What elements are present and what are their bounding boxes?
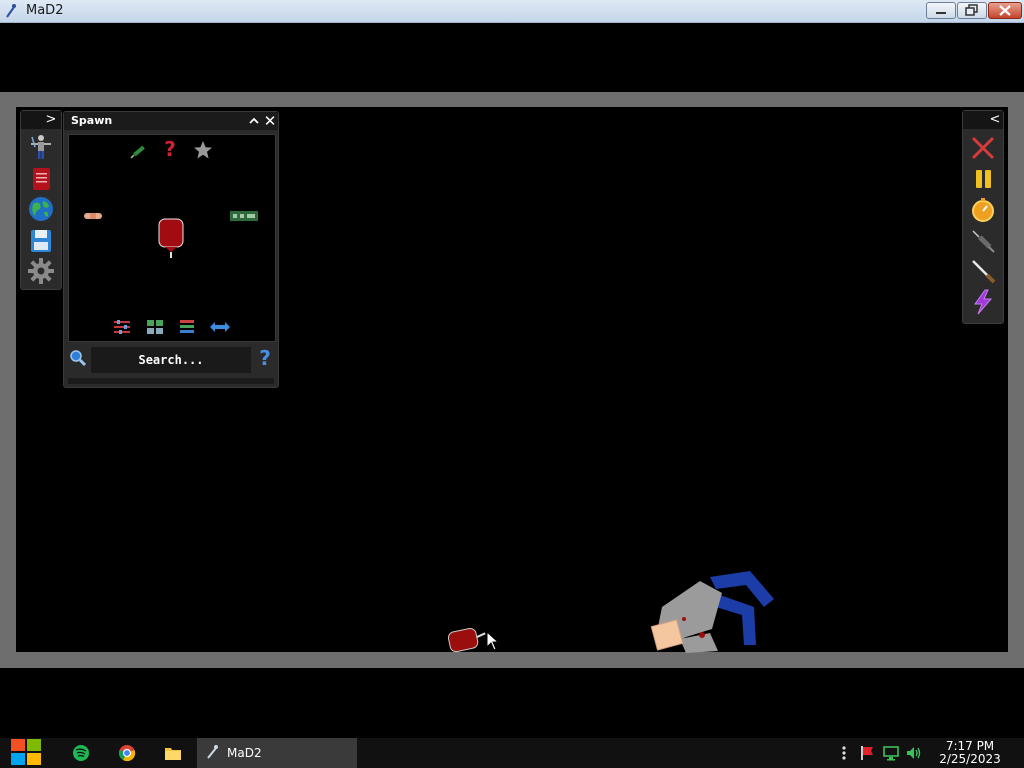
close-panel-button[interactable]: ✕: [262, 112, 278, 130]
volume-icon[interactable]: [906, 745, 922, 761]
mouse-cursor-icon: [486, 631, 500, 651]
expand-toolbar-button[interactable]: >: [43, 111, 59, 129]
circuit-board-icon[interactable]: [229, 209, 259, 223]
flag-icon[interactable]: [859, 745, 875, 761]
taskbar-app-mad2[interactable]: MaD2: [197, 738, 357, 768]
clear-x-icon[interactable]: [969, 134, 997, 162]
settings-gear-icon[interactable]: [27, 257, 55, 285]
syringe-figure-icon: [207, 745, 218, 759]
clock-date[interactable]: 2/25/2023: [938, 753, 1002, 766]
chevron-up-icon: [249, 117, 259, 124]
globe-icon[interactable]: [27, 195, 55, 223]
right-toolbar-header: <: [963, 111, 1003, 129]
syringe-figure-icon: [6, 4, 16, 18]
syringe-tool-icon[interactable]: [969, 227, 997, 255]
spawn-panel-header[interactable]: Spawn ✕: [64, 112, 278, 130]
minimize-button[interactable]: [926, 2, 956, 19]
minimize-icon: [936, 12, 946, 14]
red-book-icon[interactable]: [27, 165, 55, 193]
help-icon[interactable]: ?: [256, 346, 274, 370]
spawn-panel-title: Spawn: [71, 114, 113, 127]
ragdoll-human-entity[interactable]: [640, 567, 780, 655]
windows-logo-icon[interactable]: [8, 736, 44, 768]
collapse-panel-button[interactable]: [246, 113, 262, 129]
window-title: MaD2: [26, 3, 64, 18]
star-icon[interactable]: [193, 140, 213, 160]
left-toolbar: >: [20, 110, 62, 290]
pause-icon[interactable]: [969, 165, 997, 193]
knife-tool-icon[interactable]: [969, 257, 997, 285]
spotify-icon[interactable]: [72, 744, 90, 762]
human-figure-icon[interactable]: [27, 133, 55, 161]
collapse-toolbar-button[interactable]: <: [987, 111, 1003, 129]
swap-arrows-icon[interactable]: [209, 321, 231, 333]
question-mark-icon[interactable]: ?: [162, 138, 178, 160]
lightning-icon[interactable]: [969, 288, 997, 316]
blood-bag-icon[interactable]: [157, 217, 185, 259]
save-floppy-icon[interactable]: [27, 227, 55, 255]
filter-sliders-icon[interactable]: [113, 319, 131, 335]
right-toolbar: <: [962, 110, 1004, 324]
search-row: Search... ?: [64, 345, 278, 373]
close-button[interactable]: [988, 2, 1022, 19]
syringe-icon[interactable]: [129, 141, 149, 161]
restore-icon: [965, 4, 978, 16]
spawn-item-grid: ?: [68, 134, 276, 342]
left-toolbar-header: >: [21, 111, 61, 129]
stopwatch-icon[interactable]: [969, 196, 997, 224]
list-view-icon[interactable]: [179, 319, 195, 335]
bandage-icon[interactable]: [83, 211, 103, 221]
close-icon: [999, 5, 1011, 16]
taskbar-app-label: MaD2: [227, 746, 262, 760]
file-explorer-icon[interactable]: [164, 744, 182, 762]
chrome-icon[interactable]: [118, 744, 136, 762]
more-dots-icon[interactable]: [836, 745, 852, 761]
restore-button[interactable]: [957, 2, 987, 19]
search-icon[interactable]: [69, 349, 87, 367]
window-title-bar[interactable]: MaD2: [0, 0, 1024, 23]
search-input[interactable]: Search...: [91, 347, 251, 373]
spawn-panel-footer: [68, 378, 274, 384]
spawn-panel: Spawn ✕ ? Search... ?: [63, 111, 279, 388]
grid-view-icon[interactable]: [146, 319, 164, 335]
blood-bag-entity[interactable]: [446, 625, 490, 653]
network-icon[interactable]: [883, 745, 899, 761]
